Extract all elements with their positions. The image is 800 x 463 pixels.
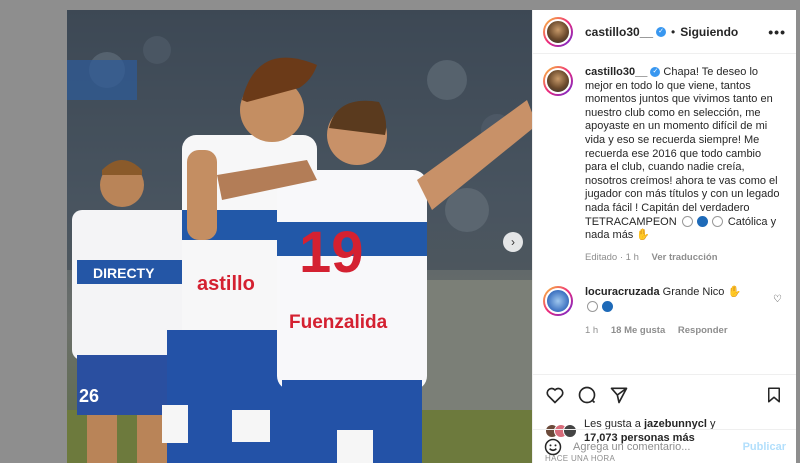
brand-text-2: Fuenzalida	[289, 312, 388, 333]
caption-avatar[interactable]	[543, 66, 573, 96]
blue-circle-icon	[696, 216, 708, 228]
jersey-number: 19	[299, 220, 364, 285]
edited-label: Editado · 1 h	[585, 251, 639, 263]
comment-likes[interactable]: 18 Me gusta	[611, 325, 665, 336]
sponsor-text: DIRECTY	[93, 265, 155, 281]
comment-text: Grande Nico	[662, 286, 725, 299]
action-bar	[533, 374, 796, 414]
more-options-icon[interactable]: •••	[768, 24, 786, 40]
caption: castillo30__ ✓ Chapa! Te deseo lo mejor e…	[543, 66, 786, 264]
brand-text-1: astillo	[197, 273, 255, 295]
commenter-avatar[interactable]	[543, 286, 573, 317]
backdrop-edge	[796, 10, 800, 463]
comment-like-heart-icon[interactable]: ♡	[773, 294, 782, 305]
bookmark-icon[interactable]	[762, 383, 786, 407]
post-username[interactable]: castillo30__	[585, 25, 653, 39]
reply-button[interactable]: Responder	[678, 325, 728, 336]
comment-icon[interactable]	[575, 383, 599, 407]
translate-link[interactable]: Ver traducción	[652, 252, 718, 263]
comment-input[interactable]	[573, 440, 743, 453]
comment-meta: 1 h 18 Me gusta Responder	[585, 324, 785, 338]
heart-icon[interactable]	[543, 383, 567, 407]
verified-icon: ✓	[650, 67, 661, 78]
comment-item: locuracruzada Grande Nico ✋ 1 h 18 Me gu…	[543, 286, 786, 337]
comments-section: castillo30__ ✓ Chapa! Te deseo lo mejor e…	[533, 54, 796, 374]
separator: •	[671, 24, 676, 39]
white-circle-icon	[681, 216, 693, 228]
chevron-right-icon[interactable]: ›	[503, 232, 523, 252]
publish-button[interactable]: Publicar	[743, 441, 786, 453]
blue-circle-icon	[602, 300, 613, 312]
comment-composer: Publicar	[533, 429, 796, 463]
wave-emoji-icon: ✋	[636, 229, 651, 242]
avatar[interactable]	[543, 16, 573, 47]
follow-status-button[interactable]: Siguiendo	[680, 25, 738, 39]
post-photo[interactable]: DIRECTY 26 astillo 19 Fuenzalida ›	[67, 10, 532, 463]
share-icon[interactable]	[607, 383, 631, 407]
caption-meta: Editado · 1 h Ver traducción	[585, 251, 785, 265]
commenter-username[interactable]: locuracruzada	[585, 286, 660, 298]
photo-illustration: DIRECTY 26 astillo 19 Fuenzalida	[67, 10, 532, 463]
white-circle-icon	[711, 216, 723, 228]
left-number: 26	[79, 386, 99, 406]
post-header: castillo30__ ✓ • Siguiendo •••	[533, 10, 796, 54]
verified-icon: ✓	[656, 26, 667, 37]
post-sidebar: castillo30__ ✓ • Siguiendo ••• castillo3…	[532, 10, 796, 463]
caption-username[interactable]: castillo30__	[585, 66, 647, 78]
wave-emoji-icon: ✋	[727, 286, 742, 299]
caption-text: Chapa! Te deseo lo mejor en todo lo que …	[585, 66, 780, 228]
comment-time: 1 h	[585, 324, 599, 336]
post-modal: DIRECTY 26 astillo 19 Fuenzalida › casti…	[67, 10, 796, 463]
emoji-icon[interactable]	[543, 437, 563, 457]
white-circle-icon	[587, 300, 598, 312]
